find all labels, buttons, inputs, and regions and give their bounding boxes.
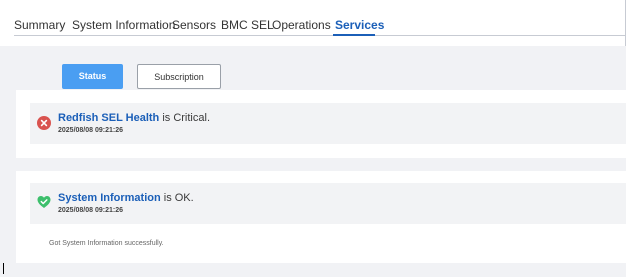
status-timestamp: 2025/08/08 09:21:26	[58, 127, 123, 134]
status-text: is OK.	[163, 192, 194, 204]
tab-operations[interactable]: Operations	[272, 17, 331, 34]
main-tabs: Summary System Information Sensors BMC S…	[0, 0, 626, 36]
top-bar: Summary System Information Sensors BMC S…	[0, 0, 626, 46]
tab-sensors[interactable]: Sensors	[172, 17, 216, 34]
active-tab-indicator	[333, 34, 375, 36]
tab-bmc-sel[interactable]: BMC SEL	[221, 17, 274, 34]
text-cursor	[3, 263, 4, 274]
status-timestamp: 2025/08/08 09:21:26	[58, 207, 123, 214]
status-detail-message: Got System Information successfully.	[49, 240, 164, 247]
x-circle-icon	[37, 116, 51, 130]
status-name-link[interactable]: System Information	[58, 192, 161, 204]
status-title: Redfish SEL Health is Critical.	[58, 111, 210, 125]
tabs-divider	[14, 35, 626, 36]
status-title: System Information is OK.	[58, 191, 194, 205]
subscription-button[interactable]: Subscription	[137, 64, 221, 89]
tab-summary[interactable]: Summary	[14, 17, 65, 34]
status-text: is Critical.	[162, 112, 210, 124]
status-button[interactable]: Status	[62, 64, 123, 89]
status-name-link[interactable]: Redfish SEL Health	[58, 112, 159, 124]
tab-services[interactable]: Services	[335, 17, 384, 34]
tab-system-information[interactable]: System Information	[72, 17, 175, 34]
heart-check-icon	[37, 195, 51, 209]
